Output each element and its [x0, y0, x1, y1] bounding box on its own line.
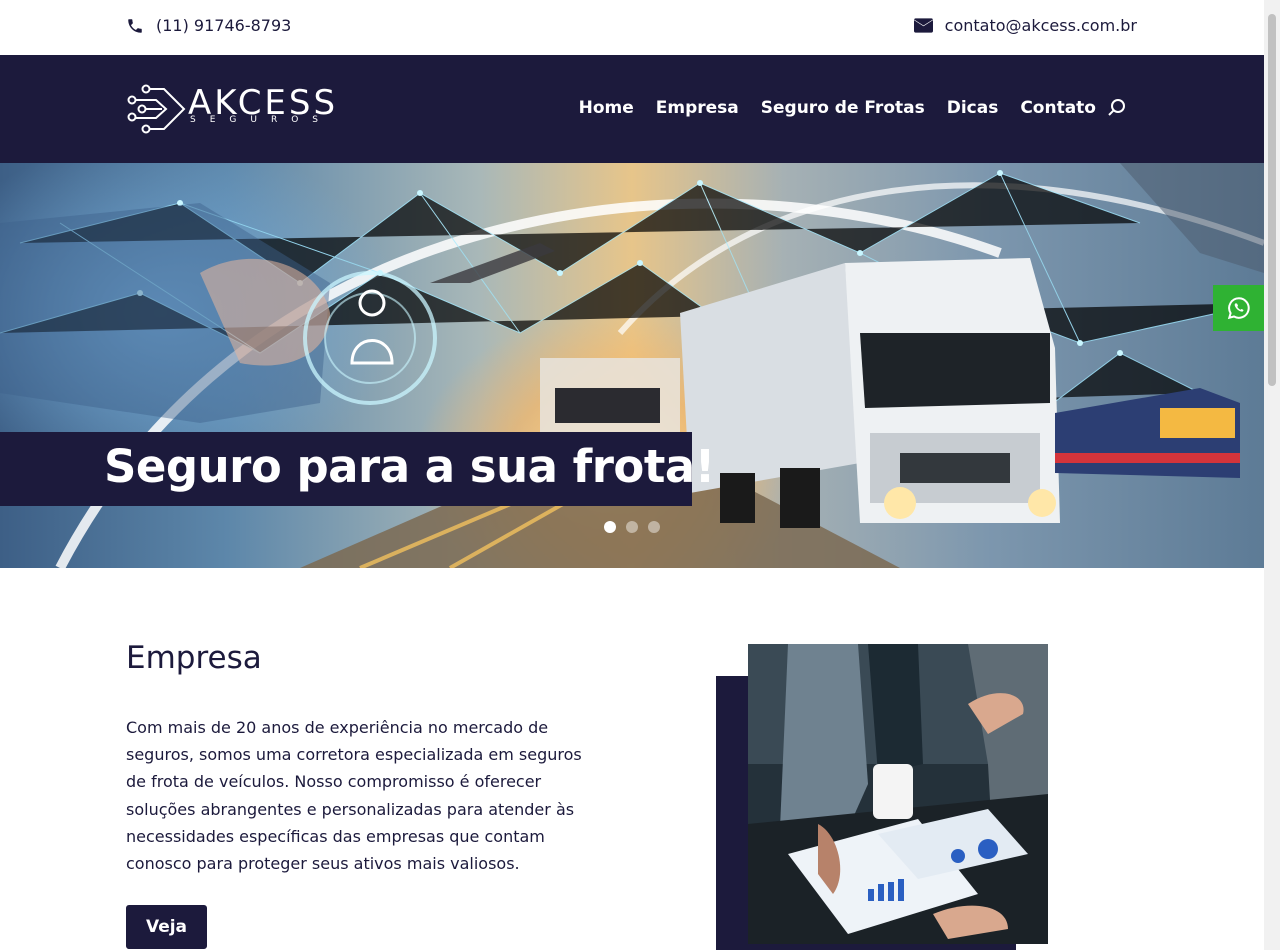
- phone-link[interactable]: (11) 91746-8793: [126, 16, 291, 35]
- page-scrollbar[interactable]: [1264, 0, 1280, 950]
- hero-slider[interactable]: Seguro para a sua frota!: [0, 163, 1264, 568]
- hero-title-box: Seguro para a sua frota!: [0, 432, 715, 506]
- nav-contato[interactable]: Contato: [1020, 98, 1096, 118]
- hero-title: Seguro para a sua frota!: [104, 440, 715, 493]
- nav-home[interactable]: Home: [579, 98, 634, 118]
- slider-dot-3[interactable]: [648, 521, 660, 533]
- empresa-title: Empresa: [126, 640, 262, 676]
- circuit-logo-icon: [127, 84, 186, 134]
- nav-dicas[interactable]: Dicas: [947, 98, 999, 118]
- top-bar: (11) 91746-8793 contato@akcess.com.br: [0, 0, 1264, 55]
- slider-dot-1[interactable]: [604, 521, 616, 533]
- hero-background-image: [0, 163, 1264, 568]
- slider-dot-2[interactable]: [626, 521, 638, 533]
- veja-button[interactable]: Veja: [126, 905, 207, 949]
- phone-icon: [128, 18, 142, 33]
- whatsapp-button[interactable]: [1213, 285, 1264, 331]
- whatsapp-icon: [1227, 297, 1250, 320]
- phone-number: (11) 91746-8793: [156, 16, 292, 35]
- email-address: contato@akcess.com.br: [944, 16, 1137, 35]
- main-nav: Home Empresa Seguro de Frotas Dicas Cont…: [579, 98, 1127, 118]
- search-icon[interactable]: [1107, 98, 1127, 118]
- team-meeting-photo: [748, 644, 1048, 944]
- slider-dots: [604, 521, 660, 533]
- email-link[interactable]: contato@akcess.com.br: [913, 16, 1137, 35]
- empresa-description: Com mais de 20 anos de experiência no me…: [126, 718, 582, 874]
- envelope-icon: [913, 18, 933, 33]
- scrollbar-thumb[interactable]: [1268, 14, 1276, 386]
- nav-empresa[interactable]: Empresa: [656, 98, 739, 118]
- logo[interactable]: AKCESS SEGUROS: [126, 83, 336, 135]
- logo-subtext: SEGUROS: [190, 115, 333, 125]
- nav-seguro-de-frotas[interactable]: Seguro de Frotas: [761, 98, 925, 118]
- main-header: AKCESS SEGUROS Home Empresa Seguro de Fr…: [0, 55, 1264, 163]
